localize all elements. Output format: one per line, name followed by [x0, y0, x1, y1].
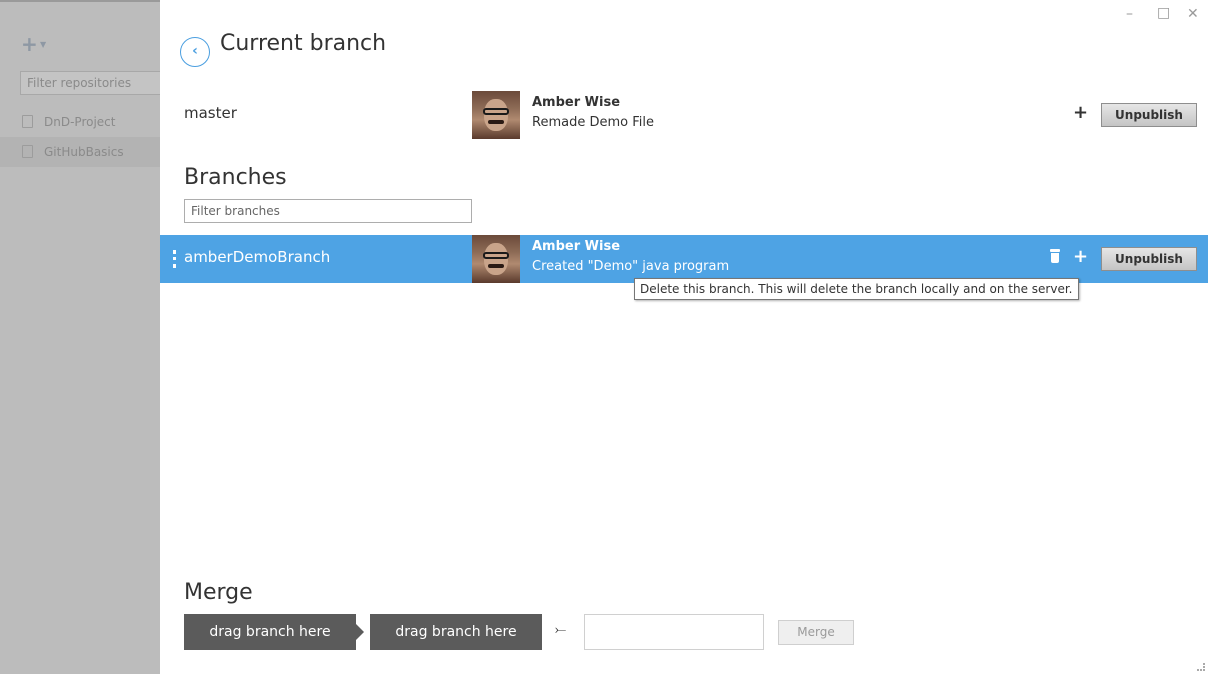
current-branch-name: master: [184, 104, 237, 122]
close-icon[interactable]: ✕: [1187, 6, 1199, 22]
filter-repositories-input[interactable]: Filter repositories: [20, 71, 160, 95]
plus-icon[interactable]: +: [1073, 246, 1088, 267]
repo-item-dnd-project[interactable]: DnD-Project: [0, 107, 160, 137]
current-branch-row: master Amber Wise Remade Demo File + Unp…: [160, 91, 1208, 139]
merge-target-slot[interactable]: drag branch here: [370, 614, 542, 650]
repo-item-label: GitHubBasics: [44, 145, 124, 159]
chevron-left-icon: ‹: [192, 43, 198, 59]
branch-name: amberDemoBranch: [184, 248, 331, 266]
delete-branch-tooltip: Delete this branch. This will delete the…: [634, 278, 1079, 300]
minimize-icon[interactable]: –: [1126, 6, 1133, 22]
sidebar-top-border: [0, 0, 160, 2]
merge-arrow-icon: ⤚: [555, 622, 567, 638]
avatar: [472, 235, 520, 283]
merge-message-input[interactable]: [584, 614, 764, 650]
repo-item-githubbasics[interactable]: GitHubBasics: [0, 137, 160, 167]
filter-branches-input[interactable]: Filter branches: [184, 199, 472, 223]
branches-heading: Branches: [184, 165, 287, 190]
merge-button[interactable]: Merge: [778, 620, 854, 645]
resize-grip-icon[interactable]: [1197, 663, 1205, 671]
unpublish-button[interactable]: Unpublish: [1101, 103, 1197, 127]
merge-target-label: drag branch here: [395, 624, 517, 640]
drag-handle-icon[interactable]: [173, 250, 176, 268]
merge-source-label: drag branch here: [209, 624, 331, 640]
commit-message: Remade Demo File: [532, 115, 654, 130]
maximize-icon[interactable]: □: [1157, 5, 1170, 21]
commit-author: Amber Wise: [532, 239, 621, 254]
repository-sidebar: + ▼ Filter repositories DnD-Project GitHu…: [0, 0, 160, 674]
page-title: Current branch: [220, 31, 387, 56]
chevron-down-icon: ▼: [40, 40, 47, 49]
commit-author: Amber Wise: [532, 95, 621, 110]
repository-icon: [22, 145, 33, 158]
commit-message: Created "Demo" java program: [532, 259, 730, 274]
repo-item-label: DnD-Project: [44, 115, 116, 129]
plus-icon: +: [21, 32, 38, 56]
repository-icon: [22, 115, 33, 128]
plus-icon[interactable]: +: [1073, 102, 1088, 123]
merge-source-slot[interactable]: drag branch here: [184, 614, 364, 650]
unpublish-button[interactable]: Unpublish: [1101, 247, 1197, 271]
avatar: [472, 91, 520, 139]
add-repository-button[interactable]: + ▼: [21, 34, 51, 54]
back-button[interactable]: ‹: [180, 37, 210, 67]
trash-icon[interactable]: [1050, 249, 1060, 263]
branch-row-amberdemobranch[interactable]: amberDemoBranch Amber Wise Created "Demo…: [160, 235, 1208, 283]
merge-heading: Merge: [184, 580, 253, 605]
